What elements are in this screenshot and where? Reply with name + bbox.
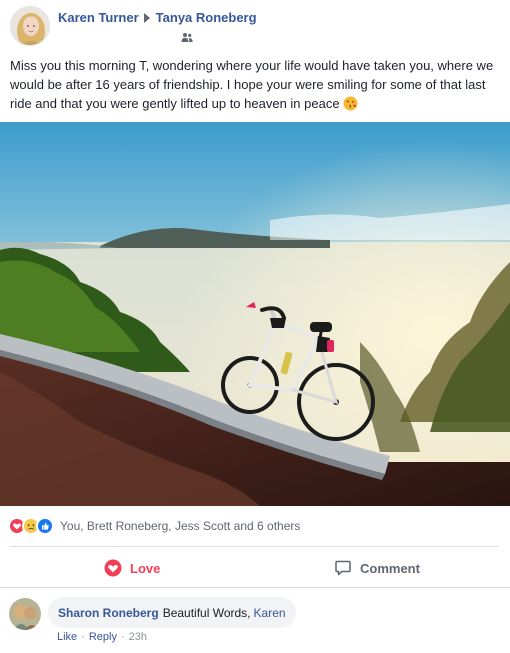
love-button[interactable]: Love [104,558,160,578]
bicycle-photo [0,122,510,506]
post-photo[interactable] [0,122,510,506]
separator: · [120,631,125,643]
reactions-summary[interactable]: You, Brett Roneberg, Jess Scott and 6 ot… [8,516,300,536]
comment-actions: Like · Reply · 23h [57,631,147,643]
comment-text: Beautiful Words, [162,605,251,620]
recipient-name[interactable]: Tanya Roneberg [156,10,257,25]
author-avatar[interactable] [10,6,50,46]
post-message: Miss you this morning T, wondering where… [10,56,505,113]
commenter-avatar[interactable] [9,598,41,630]
comment-mention[interactable]: Karen [254,606,286,620]
comment-timestamp[interactable]: 23h [129,631,147,643]
divider [0,587,510,588]
comment-like-link[interactable]: Like [57,631,77,643]
arrow-right-icon [143,12,150,23]
comment-label: Comment [360,560,420,576]
comment-icon [335,560,351,576]
post-author-line: Karen Turner Tanya Roneberg [58,10,257,25]
reactions-summary-text[interactable]: You, Brett Roneberg, Jess Scott and 6 ot… [60,519,300,533]
love-label: Love [130,560,161,576]
comment-author[interactable]: Sharon Roneberg [58,606,159,620]
comment-bubble: Sharon Roneberg Beautiful Words, Karen [48,597,296,628]
reaction-icons [8,517,54,535]
post-header: Karen Turner Tanya Roneberg [0,0,510,50]
post-text: Miss you this morning T, wondering where… [10,58,494,111]
divider [10,546,498,547]
kiss-emoji-icon [343,96,358,111]
comment-reply-link[interactable]: Reply [89,631,117,643]
comment-button[interactable]: Comment [334,558,420,578]
separator: · [81,631,85,643]
like-reaction-icon [36,517,54,535]
friends-icon[interactable] [181,32,193,42]
author-name[interactable]: Karen Turner [58,10,139,25]
heart-icon [104,559,122,577]
